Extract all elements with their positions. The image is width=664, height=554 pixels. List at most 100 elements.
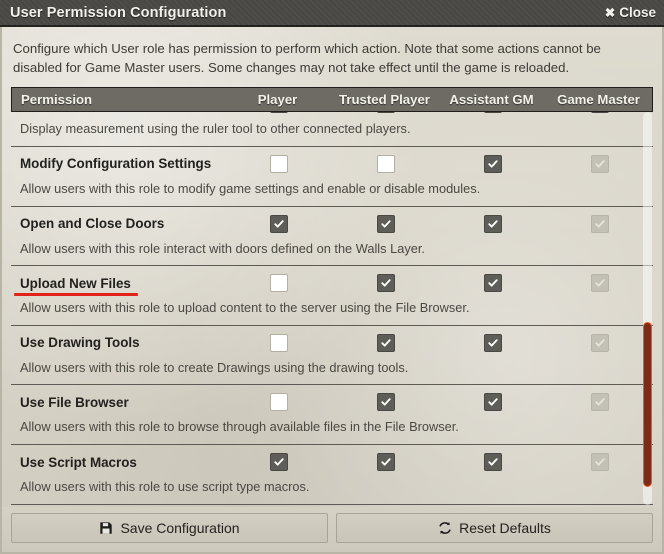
permission-checkbox[interactable] — [376, 453, 395, 472]
permission-name: Use Script Macros — [20, 454, 137, 470]
permission-row: Open and Close Doors Allow users with thi… — [11, 207, 653, 267]
permission-checkbox — [590, 154, 609, 173]
permission-name: Use Drawing Tools — [20, 335, 140, 351]
column-header-game-master: Game Master — [557, 92, 640, 108]
permission-cell-player — [225, 333, 332, 352]
permission-checkbox[interactable] — [376, 214, 395, 233]
permission-cell-trusted_player — [332, 393, 439, 412]
permission-checkbox[interactable] — [269, 154, 288, 173]
permission-cell-assistant_gm — [439, 214, 546, 233]
permission-checkbox — [590, 214, 609, 233]
configuration-hint-text: Configure which User role has permission… — [13, 41, 601, 76]
column-header-assistant-gm: Assistant GM — [449, 92, 534, 108]
reset-defaults-label: Reset Defaults — [459, 520, 551, 536]
permission-checkbox[interactable] — [483, 154, 502, 173]
permission-checkbox — [590, 453, 609, 472]
permission-cell-trusted_player — [332, 214, 439, 233]
close-button-label: Close — [619, 5, 656, 20]
permission-row-controls: Display Ruler Measurement — [11, 111, 653, 121]
close-x-icon: ✖ — [604, 6, 616, 20]
refresh-arrows-icon — [439, 522, 451, 534]
permission-row-controls: Use Drawing Tools — [11, 326, 653, 360]
permission-checkbox[interactable] — [376, 154, 395, 173]
column-header-permission: Permission — [21, 92, 93, 108]
permission-checkbox — [590, 393, 609, 412]
permission-row: Modify Configuration Settings Allow users… — [11, 147, 653, 207]
permission-cell-player — [225, 214, 332, 233]
user-permission-configuration-dialog: User Permission Configuration ✖ Close Co… — [0, 0, 664, 554]
permission-checkbox[interactable] — [269, 333, 288, 352]
vertical-scrollbar-track[interactable] — [643, 112, 652, 505]
close-button[interactable]: ✖ Close — [605, 5, 656, 20]
permissions-table-header: Permission Player Trusted Player Assista… — [11, 87, 653, 113]
permission-name: Upload New Files — [11, 276, 225, 296]
reset-defaults-button[interactable]: Reset Defaults — [336, 513, 653, 543]
permission-cell-player — [225, 274, 332, 293]
permission-cell-trusted_player — [332, 154, 439, 173]
permission-description: Allow users with this role to create Dra… — [20, 359, 409, 375]
permission-description: Allow users with this role to use script… — [20, 479, 310, 495]
permission-checkbox[interactable] — [269, 453, 288, 472]
floppy-disk-icon — [100, 522, 113, 534]
permission-name: Modify Configuration Settings — [20, 156, 212, 172]
window-title: User Permission Configuration — [10, 4, 227, 21]
permission-checkbox[interactable] — [376, 274, 395, 293]
permission-cell-player — [225, 393, 332, 412]
red-underline-annotation — [14, 292, 138, 296]
permission-cell-player — [225, 154, 332, 173]
permission-cell-assistant_gm — [439, 453, 546, 472]
permission-checkbox[interactable] — [269, 393, 288, 412]
permission-name: Use File Browser — [20, 394, 129, 410]
permission-checkbox — [590, 333, 609, 352]
permission-checkbox[interactable] — [483, 453, 502, 472]
permission-cell-trusted_player — [332, 453, 439, 472]
permission-cell-game_master — [546, 333, 653, 352]
permission-checkbox[interactable] — [483, 333, 502, 352]
permission-checkbox[interactable] — [483, 214, 502, 233]
permission-cell-game_master — [546, 154, 653, 173]
permission-cell-assistant_gm — [439, 274, 546, 293]
permissions-scroll-area[interactable]: Display Ruler MeasurementDisplay measure… — [11, 111, 653, 507]
permission-cell-player — [225, 453, 332, 472]
permission-row-controls: Modify Configuration Settings — [11, 147, 653, 181]
dialog-body: Configure which User role has permission… — [0, 27, 664, 507]
permission-cell-trusted_player — [332, 274, 439, 293]
permission-description: Allow users with this role interact with… — [20, 240, 425, 256]
permission-cell-assistant_gm — [439, 154, 546, 173]
permission-row-controls: Upload New Files — [11, 266, 653, 300]
permission-description: Display measurement using the ruler tool… — [20, 121, 411, 137]
permission-checkbox[interactable] — [376, 393, 395, 412]
column-header-player: Player — [257, 92, 298, 108]
permission-row: Display Ruler MeasurementDisplay measure… — [11, 111, 653, 147]
save-configuration-button[interactable]: Save Configuration — [11, 513, 328, 543]
permission-row: Upload New Files Allow users with this ro… — [11, 266, 653, 326]
save-configuration-label: Save Configuration — [120, 520, 240, 536]
permission-name: Open and Close Doors — [20, 216, 165, 232]
permission-cell-game_master — [546, 274, 653, 293]
permission-checkbox[interactable] — [483, 274, 502, 293]
dialog-footer: Save Configuration Reset Defaults — [0, 507, 664, 554]
dialog-titlebar[interactable]: User Permission Configuration ✖ Close — [0, 0, 664, 27]
permission-cell-assistant_gm — [439, 333, 546, 352]
permission-cell-game_master — [546, 453, 653, 472]
permission-description: Allow users with this role to modify gam… — [20, 180, 481, 196]
permission-cell-game_master — [546, 214, 653, 233]
permission-cell-trusted_player — [332, 333, 439, 352]
permission-checkbox — [590, 274, 609, 293]
permission-cell-assistant_gm — [439, 393, 546, 412]
permission-row-controls: Use File Browser — [11, 385, 653, 419]
permissions-rows-container: Display Ruler MeasurementDisplay measure… — [11, 111, 653, 505]
permission-checkbox[interactable] — [376, 333, 395, 352]
permission-row: Use Script Macros Allow users with this r… — [11, 445, 653, 505]
permission-row-controls: Use Script Macros — [11, 445, 653, 479]
permission-checkbox[interactable] — [269, 214, 288, 233]
permission-description: Allow users with this role to upload con… — [20, 300, 470, 316]
permission-cell-game_master — [546, 393, 653, 412]
vertical-scrollbar-thumb[interactable] — [643, 322, 652, 488]
permission-description: Allow users with this role to browse thr… — [20, 419, 459, 435]
permission-row: Use File Browser Allow users with this ro… — [11, 385, 653, 446]
permission-row: Use Drawing Tools Allow users with this r… — [11, 326, 653, 386]
permission-row-controls: Open and Close Doors — [11, 207, 653, 241]
permission-checkbox[interactable] — [269, 274, 288, 293]
permission-checkbox[interactable] — [483, 393, 502, 412]
